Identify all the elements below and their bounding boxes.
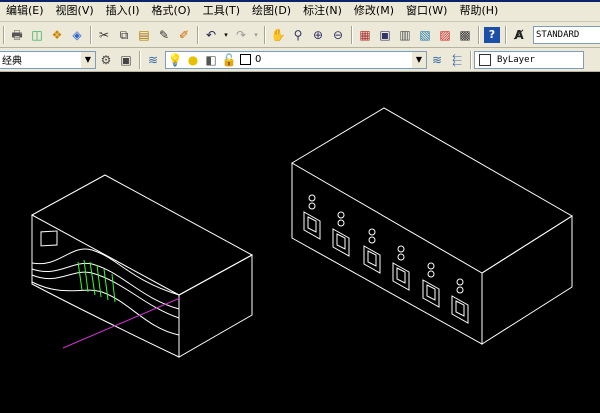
menu-edit[interactable]: 编辑(E) xyxy=(0,0,50,22)
left-box-magenta-axis xyxy=(62,297,181,349)
toolbar-separator xyxy=(197,25,198,44)
left-box-curve-2 xyxy=(31,262,180,310)
design-center-icon[interactable]: ▣ xyxy=(377,27,393,43)
pen-icon[interactable]: ✐ xyxy=(176,27,192,43)
sheet-set-icon[interactable]: ▧ xyxy=(417,27,433,43)
calculator-icon[interactable]: ▩ xyxy=(457,27,473,43)
menu-bar: 编辑(E) 视图(V) 插入(I) 格式(O) 工具(T) 绘图(D) 标注(N… xyxy=(0,0,600,22)
rj45-port xyxy=(363,228,381,274)
toolbar-separator xyxy=(264,25,265,44)
bulb-on-icon: 💡 xyxy=(167,52,183,67)
right-box-front-face xyxy=(291,163,483,345)
menu-draw[interactable]: 绘图(D) xyxy=(246,0,297,22)
match-brush-icon[interactable]: ✎ xyxy=(156,27,172,43)
toolbar-separator xyxy=(478,25,479,44)
color-value: ByLayer xyxy=(497,54,535,65)
undo-icon[interactable]: ↶ xyxy=(203,27,219,43)
layers-toolbar: 经典 ▼ ⚙ ▣ ≋ 💡 ● ◧ 🔓 0 ▼ ≋ ⬱ ByLayer xyxy=(0,48,600,72)
text-style-icon[interactable]: A̸ xyxy=(511,27,527,43)
zoom-window-icon[interactable]: ⊕ xyxy=(310,27,326,43)
menu-window[interactable]: 窗口(W) xyxy=(400,0,453,22)
menu-dimension[interactable]: 标注(N) xyxy=(297,0,348,22)
layer-color-swatch xyxy=(240,54,251,65)
help-icon[interactable]: ? xyxy=(484,26,500,43)
menu-help[interactable]: 帮助(H) xyxy=(453,0,504,22)
toolbar-separator xyxy=(505,25,506,44)
toolbar-separator xyxy=(90,25,91,44)
viewport-freeze-icon: ◧ xyxy=(205,52,217,67)
menu-view[interactable]: 视图(V) xyxy=(50,0,100,22)
left-box-front-face xyxy=(31,215,180,358)
menu-format[interactable]: 格式(O) xyxy=(145,0,196,22)
menu-modify[interactable]: 修改(M) xyxy=(348,0,400,22)
layer-value: 0 xyxy=(255,54,262,65)
drawing-svg xyxy=(30,107,573,358)
layer-previous-icon[interactable]: ⬱ xyxy=(449,52,465,68)
toolbar-separator xyxy=(139,50,140,69)
properties-icon[interactable]: ▦ xyxy=(357,27,373,43)
pan-icon[interactable]: ✋ xyxy=(270,27,286,43)
paste-icon[interactable]: ▤ xyxy=(136,27,152,43)
chevron-down-icon: ▼ xyxy=(81,51,95,68)
standard-toolbar: 🖶 ◫ ❖ ◈ ✂ ⧉ ▤ ✎ ✐ ↶ ▾ ↷ ▾ ✋ ⚲ ⊕ ⊖ ▦ ▣ ▥ … xyxy=(0,22,600,48)
dropdown-arrow-icon[interactable]: ▾ xyxy=(223,27,229,43)
redo-icon[interactable]: ↷ xyxy=(233,27,249,43)
drawing-canvas[interactable] xyxy=(0,72,600,409)
rj45-port xyxy=(451,278,469,324)
zoom-previous-icon[interactable]: ⊖ xyxy=(330,27,346,43)
sun-thaw-icon: ● xyxy=(187,52,199,67)
rj45-port xyxy=(303,194,321,240)
markup-icon[interactable]: ▨ xyxy=(437,27,453,43)
color-dropdown[interactable]: ByLayer xyxy=(474,50,584,69)
dropdown-arrow-icon[interactable]: ▾ xyxy=(253,27,259,43)
rj45-port xyxy=(392,245,410,291)
zoom-realtime-icon[interactable]: ⚲ xyxy=(290,27,306,43)
menu-tools[interactable]: 工具(T) xyxy=(197,0,246,22)
left-box-right-face xyxy=(178,254,253,358)
copy-icon[interactable]: ⧉ xyxy=(116,27,132,43)
workspace-value: 经典 xyxy=(2,56,22,67)
left-box-top-face xyxy=(30,174,254,296)
router-model-left[interactable] xyxy=(30,174,254,358)
rj45-port xyxy=(332,211,350,257)
workspace-dropdown[interactable]: 经典 ▼ xyxy=(0,50,96,69)
right-box-ports xyxy=(303,194,469,324)
title-bar-strip xyxy=(0,0,600,2)
right-box-right-face xyxy=(481,215,573,345)
color-swatch xyxy=(479,53,491,66)
print-icon[interactable]: 🖶 xyxy=(9,27,25,43)
left-box-curve-1 xyxy=(31,248,180,296)
make-current-layer-icon[interactable]: ≋ xyxy=(429,52,445,68)
workspace-settings-icon[interactable]: ⚙ xyxy=(98,52,114,68)
toolbar-separator xyxy=(351,25,352,44)
menu-insert[interactable]: 插入(I) xyxy=(100,0,146,22)
text-style-dropdown[interactable]: STANDARD xyxy=(533,25,600,44)
preview-icon[interactable]: ◫ xyxy=(29,27,45,43)
tool-palettes-icon[interactable]: ▥ xyxy=(397,27,413,43)
right-box-top-face xyxy=(291,107,573,274)
rj45-port xyxy=(422,262,440,308)
cut-icon[interactable]: ✂ xyxy=(96,27,112,43)
publish-icon[interactable]: ❖ xyxy=(49,27,65,43)
switch-model-right[interactable] xyxy=(291,107,573,345)
layer-dropdown[interactable]: 💡 ● ◧ 🔓 0 ▼ xyxy=(165,50,427,69)
lock-open-icon: 🔓 xyxy=(221,52,237,67)
toolbar-separator xyxy=(470,50,471,69)
plot-icon[interactable]: ◈ xyxy=(69,27,85,43)
left-box-port xyxy=(40,230,58,247)
text-style-value: STANDARD xyxy=(536,29,580,40)
layer-manager-icon[interactable]: ≋ xyxy=(145,52,161,68)
chevron-down-icon: ▼ xyxy=(412,51,426,68)
toolbar-separator xyxy=(3,25,4,44)
toolbar-lock-icon[interactable]: ▣ xyxy=(118,52,134,68)
